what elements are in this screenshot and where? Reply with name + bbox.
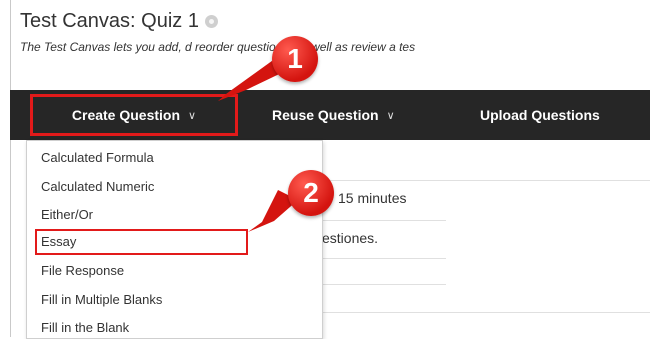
callout-1-badge: 1 [272, 36, 318, 82]
callout-arrows [218, 58, 298, 232]
callout-2-badge: 2 [288, 170, 334, 216]
